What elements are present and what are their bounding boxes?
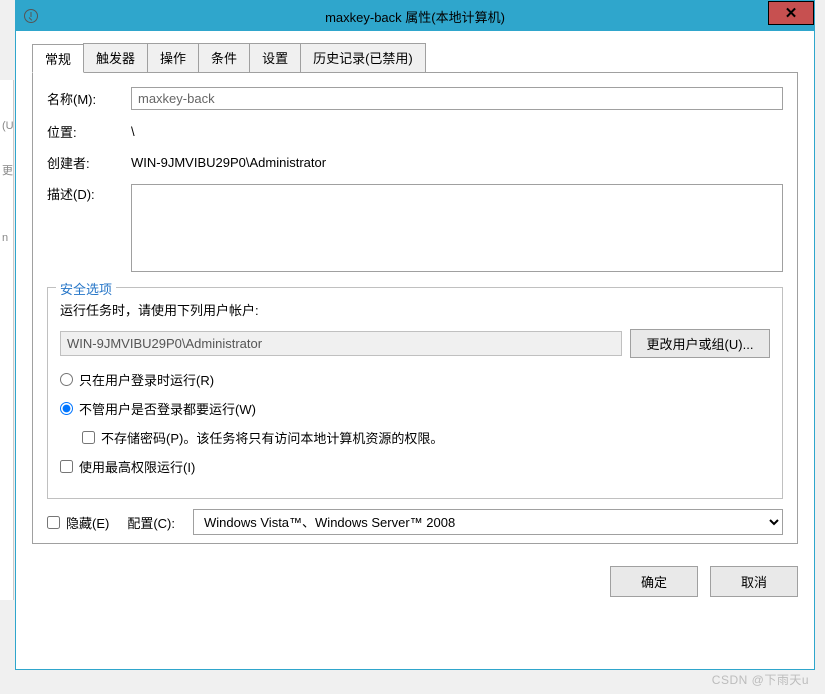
close-button[interactable]: ✕ [768, 1, 814, 25]
security-options-fieldset: 安全选项 运行任务时，请使用下列用户帐户: WIN-9JMVIBU29P0\Ad… [47, 287, 783, 499]
location-value: \ [131, 124, 783, 139]
radio-run-logged-on-input[interactable] [60, 373, 73, 386]
close-icon: ✕ [785, 4, 798, 22]
window-title: maxkey-back 属性(本地计算机) [325, 7, 505, 26]
clock-icon [24, 9, 38, 23]
radio-run-logged-on[interactable]: 只在用户登录时运行(R) [60, 370, 770, 389]
tab-actions[interactable]: 操作 [147, 43, 199, 72]
tab-panel-general: 名称(M): 位置: \ 创建者: WIN-9JMVIBU29P0\Admini… [32, 73, 798, 544]
radio-run-any[interactable]: 不管用户是否登录都要运行(W) [60, 399, 770, 418]
config-select[interactable]: Windows Vista™、Windows Server™ 2008 [193, 509, 783, 535]
radio-run-logged-on-label: 只在用户登录时运行(R) [79, 370, 214, 389]
tab-general[interactable]: 常规 [32, 44, 84, 73]
content-area: 常规 触发器 操作 条件 设置 历史记录(已禁用) 名称(M): 位置: \ 创… [16, 31, 814, 554]
security-legend: 安全选项 [56, 279, 116, 298]
change-user-button[interactable]: 更改用户或组(U)... [630, 329, 770, 358]
tab-conditions[interactable]: 条件 [198, 43, 250, 72]
properties-dialog: maxkey-back 属性(本地计算机) ✕ 常规 触发器 操作 条件 设置 … [15, 0, 815, 670]
location-label: 位置: [47, 122, 131, 141]
creator-label: 创建者: [47, 153, 131, 172]
creator-value: WIN-9JMVIBU29P0\Administrator [131, 155, 783, 170]
checkbox-highest-priv[interactable]: 使用最高权限运行(I) [60, 457, 770, 476]
radio-run-any-label: 不管用户是否登录都要运行(W) [79, 399, 256, 418]
checkbox-no-store-password-label: 不存储密码(P)。该任务将只有访问本地计算机资源的权限。 [101, 428, 443, 447]
config-label: 配置(C): [127, 513, 175, 532]
bottom-row: 隐藏(E) 配置(C): Windows Vista™、Windows Serv… [47, 509, 783, 535]
checkbox-hidden[interactable]: 隐藏(E) [47, 513, 109, 532]
tab-triggers[interactable]: 触发器 [83, 43, 148, 72]
watermark: CSDN @下雨天u [712, 671, 809, 688]
checkbox-no-store-password-input[interactable] [82, 431, 95, 444]
checkbox-hidden-label: 隐藏(E) [66, 513, 109, 532]
run-as-user-display: WIN-9JMVIBU29P0\Administrator [60, 331, 622, 356]
description-label: 描述(D): [47, 184, 131, 203]
description-input[interactable] [131, 184, 783, 272]
titlebar: maxkey-back 属性(本地计算机) ✕ [16, 1, 814, 31]
name-input[interactable] [131, 87, 783, 110]
checkbox-hidden-input[interactable] [47, 516, 60, 529]
tabs-bar: 常规 触发器 操作 条件 设置 历史记录(已禁用) [32, 43, 798, 73]
checkbox-highest-priv-label: 使用最高权限运行(I) [79, 457, 195, 476]
tab-settings[interactable]: 设置 [249, 43, 301, 72]
checkbox-no-store-password[interactable]: 不存储密码(P)。该任务将只有访问本地计算机资源的权限。 [82, 428, 770, 447]
dialog-buttons: 确定 取消 [16, 554, 814, 601]
name-label: 名称(M): [47, 89, 131, 108]
checkbox-highest-priv-input[interactable] [60, 460, 73, 473]
background-edge: (U 更 n [0, 80, 14, 600]
run-as-prompt: 运行任务时，请使用下列用户帐户: [60, 300, 770, 319]
radio-run-any-input[interactable] [60, 402, 73, 415]
ok-button[interactable]: 确定 [610, 566, 698, 597]
cancel-button[interactable]: 取消 [710, 566, 798, 597]
tab-history[interactable]: 历史记录(已禁用) [300, 43, 426, 72]
